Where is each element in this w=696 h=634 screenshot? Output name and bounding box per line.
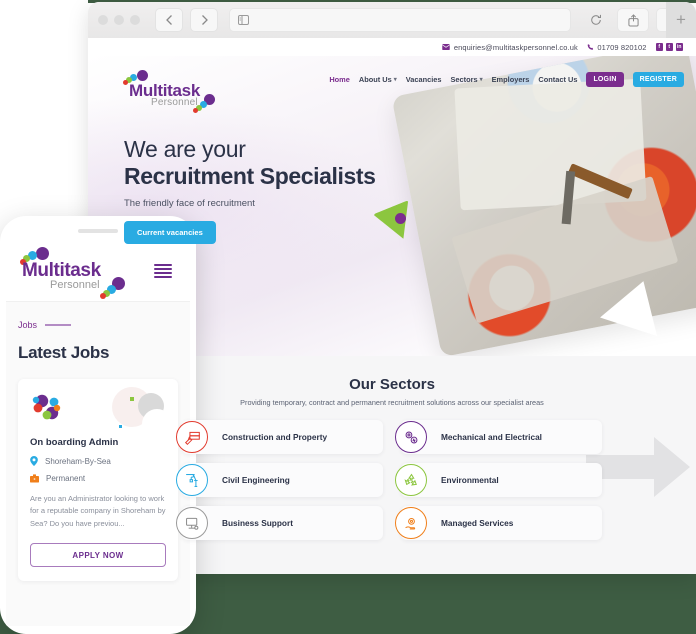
site-header: Multitask Personnel Home About Us ▾ Vacan… [88, 64, 696, 113]
new-tab-button[interactable]: + [666, 2, 696, 38]
logo-blob-purple [137, 70, 148, 81]
trowel-brick-icon [176, 421, 208, 453]
window-controls[interactable] [98, 15, 140, 25]
job-card-decoration-green-dot [130, 397, 134, 401]
job-card[interactable]: On boarding Admin Shoreham-By-Sea Perman… [18, 379, 178, 582]
phone-contact[interactable]: 01709 820102 [587, 43, 647, 52]
computer-icon [176, 507, 208, 539]
sector-label-mechanical-and-electrical: Mechanical and Electrical [441, 432, 542, 442]
breadcrumb: Jobs [18, 302, 178, 330]
apply-now-button[interactable]: APPLY NOW [30, 543, 166, 568]
sector-card-mechanical-and-electrical[interactable]: Mechanical and Electrical [395, 420, 602, 454]
gear-hand-icon [395, 507, 427, 539]
logo-blob-red [123, 80, 128, 85]
forward-button[interactable] [190, 8, 218, 32]
email-contact[interactable]: enquiries@multitaskpersonnel.co.uk [442, 43, 578, 52]
screenshot-root: + enquiries@multitaskpersonnel.co.uk 017… [0, 0, 696, 634]
phone-logo-blob-purple [36, 247, 49, 260]
crane-icon [176, 464, 208, 496]
job-card-decoration-blue-dot [119, 425, 122, 428]
nav-item-contact-us[interactable]: Contact Us [538, 75, 577, 84]
reload-icon[interactable] [582, 8, 610, 32]
sector-card-managed-services[interactable]: Managed Services [395, 506, 602, 540]
nav-item-home[interactable]: Home [329, 75, 350, 84]
twitter-icon[interactable]: t [665, 43, 673, 51]
share-icon[interactable] [617, 8, 649, 32]
sector-label-business-support: Business Support [222, 518, 293, 528]
close-window-dot[interactable] [98, 15, 108, 25]
register-button[interactable]: REGISTER [632, 72, 684, 87]
nav-label-contact-us: Contact Us [538, 75, 578, 84]
sidebar-icon[interactable] [238, 15, 249, 25]
minimize-window-dot[interactable] [114, 15, 124, 25]
browser-chrome: + [88, 2, 696, 38]
linkedin-icon[interactable]: in [675, 43, 683, 51]
job-type-text: Permanent [46, 474, 86, 483]
breadcrumb-rule [45, 324, 72, 326]
nav-item-about-us[interactable]: About Us ▾ [359, 75, 397, 84]
site-top-contact-bar: enquiries@multitaskpersonnel.co.uk 01709… [88, 38, 696, 56]
phone-logo-blob-red-2 [100, 293, 106, 299]
job-card-decoration-white [142, 409, 172, 439]
job-title: On boarding Admin [30, 437, 119, 448]
social-links[interactable]: f t in [655, 43, 683, 51]
hamburger-menu-icon[interactable] [154, 264, 172, 278]
phone-icon [587, 43, 593, 50]
breadcrumb-label-jobs[interactable]: Jobs [18, 320, 37, 330]
logo-blob-red-2 [193, 108, 198, 113]
sector-label-civil-engineering: Civil Engineering [222, 475, 290, 485]
phone-mockup: Multitask Personnel Jobs Latest Jobs On … [0, 216, 196, 634]
nav-item-sectors[interactable]: Sectors ▾ [450, 75, 482, 84]
sector-label-managed-services: Managed Services [441, 518, 514, 528]
arrow-decoration [586, 431, 696, 503]
sector-card-environmental[interactable]: Environmental [395, 463, 602, 497]
nav-label-sectors: Sectors [450, 75, 478, 84]
phone-speaker [78, 229, 118, 233]
phone-text: 01709 820102 [597, 42, 647, 52]
recycle-icon [395, 464, 427, 496]
site-logo[interactable]: Multitask Personnel [123, 70, 233, 114]
nav-label-vacancies: Vacancies [405, 75, 442, 84]
sector-card-construction-and-property[interactable]: Construction and Property [176, 420, 383, 454]
sectors-grid: Construction and Property Mechanical and… [176, 420, 602, 540]
phone-screen: Multitask Personnel Jobs Latest Jobs On … [6, 240, 190, 626]
nav-item-vacancies[interactable]: Vacancies [406, 75, 442, 84]
login-button[interactable]: LOGIN [586, 72, 624, 87]
chevron-down-icon-2: ▾ [479, 77, 483, 83]
sector-card-business-support[interactable]: Business Support [176, 506, 383, 540]
job-location: Shoreham-By-Sea [30, 456, 166, 466]
nav-label-about-us: About Us [358, 75, 392, 84]
chevron-down-icon: ▾ [393, 77, 397, 83]
hero-subtitle: The friendly face of recruitment [124, 198, 255, 210]
envelope-icon [442, 44, 451, 50]
job-type: Permanent [30, 474, 166, 483]
page-title: Latest Jobs [18, 343, 110, 362]
job-location-text: Shoreham-By-Sea [45, 456, 111, 466]
company-logo [30, 391, 64, 425]
map-pin-icon [30, 456, 38, 466]
facebook-icon[interactable]: f [655, 43, 663, 51]
maximize-window-dot[interactable] [130, 15, 140, 25]
gears-bolt-icon [395, 421, 427, 453]
sector-label-environmental: Environmental [441, 475, 499, 485]
sector-label-construction-and-property: Construction and Property [222, 432, 328, 442]
phone-logo-subtitle: Personnel [50, 279, 100, 291]
email-text: enquiries@multitaskpersonnel.co.uk [453, 42, 578, 52]
purple-dot-decoration [395, 213, 406, 224]
address-bar[interactable] [229, 8, 571, 32]
hero-headline-line1: We are your [124, 136, 246, 162]
back-button[interactable] [155, 8, 183, 32]
job-description: Are you an Administrator looking to work… [30, 494, 166, 528]
main-navigation: Home About Us ▾ Vacancies Sectors ▾ Employ… [329, 72, 684, 87]
sector-card-civil-engineering[interactable]: Civil Engineering [176, 463, 383, 497]
nav-label-employers: Employers [491, 75, 530, 84]
hero-headline-line2: Recruitment Specialists [124, 163, 376, 190]
logo-subtitle: Personnel [151, 97, 198, 108]
briefcase-icon [30, 474, 39, 483]
nav-label-home: Home [329, 75, 350, 84]
phone-page-body: Jobs Latest Jobs On boarding Admin Shore… [6, 302, 190, 626]
phone-site-header: Multitask Personnel [6, 240, 190, 302]
nav-item-employers[interactable]: Employers [492, 75, 530, 84]
current-vacancies-button[interactable]: Current vacancies [124, 221, 216, 245]
